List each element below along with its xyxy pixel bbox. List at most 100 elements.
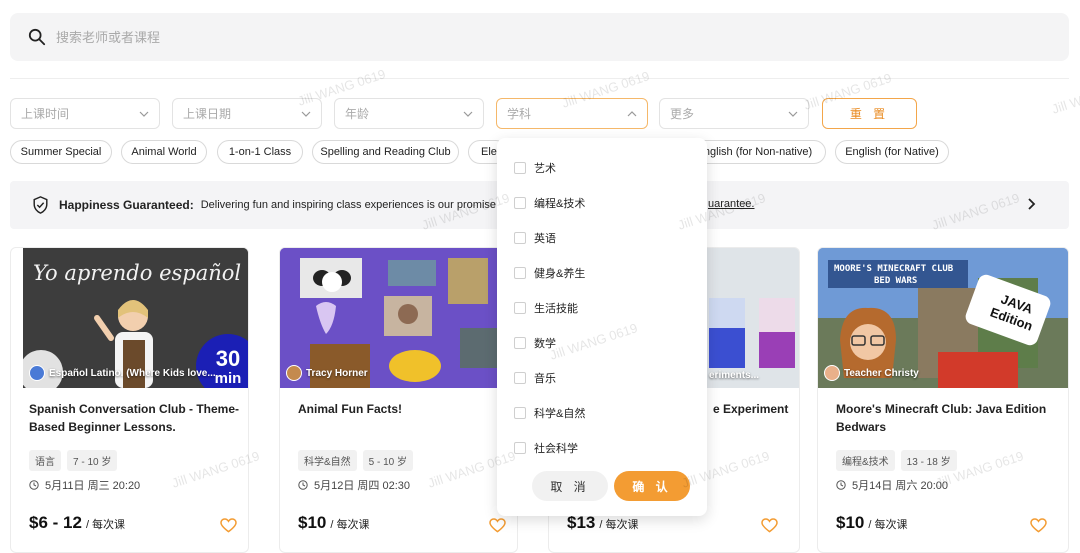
course-title[interactable]: Animal Fun Facts! xyxy=(298,400,510,418)
tag-subject: 语言 xyxy=(29,450,61,471)
checkbox[interactable] xyxy=(514,302,526,314)
option-label: 健身&养生 xyxy=(534,268,586,280)
filter-age[interactable]: 年龄 xyxy=(334,98,484,129)
tag-age: 7 - 10 岁 xyxy=(67,450,118,471)
svg-text:30: 30 xyxy=(216,346,240,371)
course-time: 5月12日 周四 02:30 xyxy=(298,477,410,493)
clock-icon xyxy=(298,480,308,490)
price-unit: / 每次课 xyxy=(85,519,126,531)
search-input[interactable] xyxy=(56,29,456,45)
filter-class-date[interactable]: 上课日期 xyxy=(172,98,322,129)
course-price: $13/ 每次课 xyxy=(567,513,639,533)
subject-option-life-skills[interactable]: 生活技能 xyxy=(514,300,578,316)
course-thumbnail: MOORE'S MINECRAFT CLUB BED WARS JAVA Edi… xyxy=(818,248,1068,388)
chevron-up-icon xyxy=(627,110,637,116)
checkbox[interactable] xyxy=(514,337,526,349)
subject-option-social-science[interactable]: 社会科学 xyxy=(514,440,578,456)
heart-icon[interactable] xyxy=(489,518,506,533)
chevron-down-icon xyxy=(463,111,473,117)
chip-summer-special[interactable]: Summer Special xyxy=(10,140,112,164)
search-bar[interactable] xyxy=(10,13,1069,61)
guarantee-link[interactable]: uarantee. xyxy=(708,198,754,210)
checkbox[interactable] xyxy=(514,372,526,384)
checkbox[interactable] xyxy=(514,442,526,454)
tag-list: 编程&技术 13 - 18 岁 xyxy=(836,450,957,471)
subject-option-fitness[interactable]: 健身&养生 xyxy=(514,265,585,281)
chip-english-native[interactable]: English (for Native) xyxy=(835,140,949,164)
subject-option-math[interactable]: 数学 xyxy=(514,335,556,351)
subject-option-science[interactable]: 科学&自然 xyxy=(514,405,585,421)
checkbox[interactable] xyxy=(514,162,526,174)
banner-title: Happiness Guaranteed: xyxy=(59,198,194,212)
filter-label: 学科 xyxy=(507,107,532,121)
price-value: $10 xyxy=(836,513,865,532)
banner-text: Delivering fun and inspiring class exper… xyxy=(200,199,519,211)
tag-list: 语言 7 - 10 岁 xyxy=(29,450,118,471)
course-card[interactable]: Tracy Horner Animal Fun Facts! 科学&自然 5 -… xyxy=(279,247,518,553)
chip-spelling-reading[interactable]: Spelling and Reading Club xyxy=(312,140,459,164)
heart-icon[interactable] xyxy=(761,518,778,533)
option-label: 生活技能 xyxy=(534,303,578,315)
heart-icon[interactable] xyxy=(220,518,237,533)
option-label: 英语 xyxy=(534,233,556,245)
chevron-down-icon xyxy=(788,111,798,117)
clock-icon xyxy=(836,480,846,490)
teacher-label: eriments... xyxy=(709,370,759,381)
subject-option-english[interactable]: 英语 xyxy=(514,230,556,246)
avatar xyxy=(824,365,840,381)
course-title[interactable]: Spanish Conversation Club - Theme-Based … xyxy=(29,400,241,436)
search-icon xyxy=(28,28,46,46)
teacher-name: Tracy Horner xyxy=(306,367,368,379)
option-label: 编程&技术 xyxy=(534,198,586,210)
chip-english-non-native[interactable]: nglish (for Non-native) xyxy=(690,140,826,164)
subject-option-music[interactable]: 音乐 xyxy=(514,370,556,386)
chip-1on1-class[interactable]: 1-on-1 Class xyxy=(217,140,303,164)
teacher-label: Tracy Horner xyxy=(286,365,368,381)
teacher-name: Teacher Christy xyxy=(844,367,919,379)
checkbox[interactable] xyxy=(514,267,526,279)
teacher-name: Español Latino. (Where Kids love... xyxy=(49,367,216,379)
avatar xyxy=(29,365,45,381)
teacher-name: eriments... xyxy=(709,370,760,381)
checkbox[interactable] xyxy=(514,197,526,209)
clock-icon xyxy=(29,480,39,490)
subject-option-coding[interactable]: 编程&技术 xyxy=(514,195,585,211)
chevron-down-icon xyxy=(139,111,149,117)
checkbox[interactable] xyxy=(514,232,526,244)
course-price: $10/ 每次课 xyxy=(298,513,370,533)
chip-animal-world[interactable]: Animal World xyxy=(121,140,207,164)
course-price: $6 - 12/ 每次课 xyxy=(29,513,125,533)
shield-check-icon xyxy=(33,196,48,214)
tag-age: 5 - 10 岁 xyxy=(362,450,414,471)
checkbox[interactable] xyxy=(514,407,526,419)
filter-label: 更多 xyxy=(670,107,695,121)
time-text: 5月11日 周三 20:20 xyxy=(45,480,141,492)
svg-text:Yo aprendo español: Yo aprendo español xyxy=(33,261,241,285)
svg-text:MOORE'S MINECRAFT CLUB: MOORE'S MINECRAFT CLUB xyxy=(834,264,954,274)
filter-subject[interactable]: 学科 xyxy=(496,98,648,129)
course-card[interactable]: MOORE'S MINECRAFT CLUB BED WARS JAVA Edi… xyxy=(817,247,1069,553)
course-card[interactable]: Yo aprendo español 30 min Español Latino… xyxy=(10,247,249,553)
divider xyxy=(10,78,1069,79)
option-label: 数学 xyxy=(534,338,556,350)
reset-button[interactable]: 重 置 xyxy=(822,98,917,129)
teacher-label: Teacher Christy xyxy=(824,365,919,381)
cancel-button[interactable]: 取 消 xyxy=(532,471,608,501)
heart-icon[interactable] xyxy=(1030,518,1047,533)
chevron-right-icon[interactable] xyxy=(1026,197,1036,211)
time-text: 5月12日 周四 02:30 xyxy=(314,480,410,492)
confirm-button[interactable]: 确 认 xyxy=(614,471,690,501)
chevron-down-icon xyxy=(301,111,311,117)
course-title[interactable]: e Experiment xyxy=(713,400,799,418)
price-value: $10 xyxy=(298,513,327,532)
price-unit: / 每次课 xyxy=(599,519,639,531)
option-label: 科学&自然 xyxy=(534,408,586,420)
filter-label: 上课日期 xyxy=(183,107,232,121)
tag-age: 13 - 18 岁 xyxy=(900,450,957,471)
subject-option-art[interactable]: 艺术 xyxy=(514,160,556,176)
filter-more[interactable]: 更多 xyxy=(659,98,809,129)
filter-class-time[interactable]: 上课时间 xyxy=(10,98,160,129)
course-time: 5月11日 周三 20:20 xyxy=(29,477,140,493)
teacher-label: Español Latino. (Where Kids love... xyxy=(29,365,216,381)
course-title[interactable]: Moore's Minecraft Club: Java Edition Bed… xyxy=(836,400,1048,436)
